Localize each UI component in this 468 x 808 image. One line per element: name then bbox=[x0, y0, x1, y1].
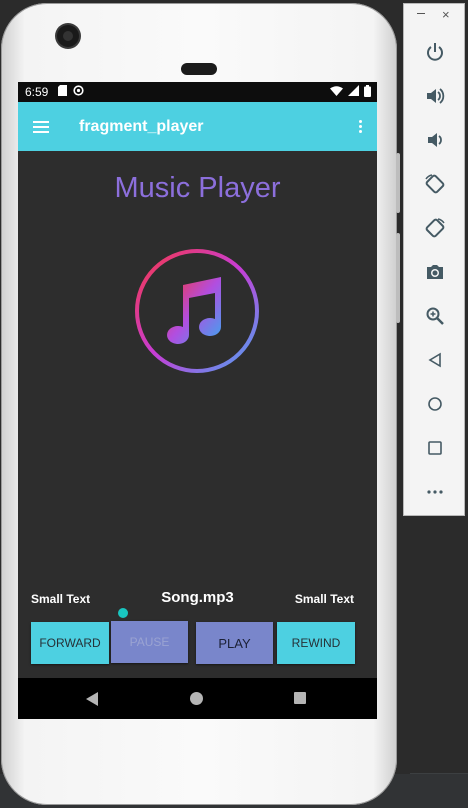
app-bar-title: fragment_player bbox=[79, 117, 204, 135]
back-icon[interactable] bbox=[419, 344, 451, 376]
emulator-toolbar: × bbox=[403, 3, 465, 516]
earpiece-speaker bbox=[181, 63, 217, 75]
status-right-icons bbox=[330, 84, 371, 100]
forward-button[interactable]: FORWARD bbox=[31, 622, 109, 664]
right-small-text: Small Text bbox=[294, 592, 354, 606]
zoom-icon[interactable] bbox=[419, 300, 451, 332]
device-screen: 6:59 fragment_player Music Player Small … bbox=[18, 82, 377, 719]
status-bar: 6:59 bbox=[18, 82, 377, 102]
music-note-icon bbox=[135, 249, 259, 373]
status-time: 6:59 bbox=[25, 85, 49, 99]
rotate-left-icon[interactable] bbox=[419, 168, 451, 200]
data-saver-icon bbox=[73, 85, 84, 99]
battery-icon bbox=[364, 84, 371, 100]
hamburger-menu-icon[interactable] bbox=[33, 120, 49, 133]
rotate-right-icon[interactable] bbox=[419, 212, 451, 244]
play-button[interactable]: PLAY bbox=[196, 622, 273, 664]
camera-icon[interactable] bbox=[419, 256, 451, 288]
volume-up-icon[interactable] bbox=[419, 80, 451, 112]
overview-icon[interactable] bbox=[419, 432, 451, 464]
pause-button[interactable]: PAUSE bbox=[111, 621, 188, 663]
signal-icon bbox=[348, 85, 359, 99]
system-nav-bar bbox=[18, 678, 377, 719]
toolbar-window-controls: × bbox=[404, 8, 466, 25]
nav-home-icon[interactable] bbox=[190, 692, 203, 705]
nav-recents-icon[interactable] bbox=[294, 692, 306, 704]
close-icon[interactable]: × bbox=[442, 8, 450, 22]
power-icon[interactable] bbox=[419, 36, 451, 68]
wifi-icon bbox=[330, 85, 343, 99]
device-power-key[interactable] bbox=[396, 153, 400, 213]
rewind-button[interactable]: REWIND bbox=[277, 622, 355, 664]
app-bar: fragment_player bbox=[18, 102, 377, 151]
device-volume-keys[interactable] bbox=[396, 233, 400, 323]
volume-down-icon[interactable] bbox=[419, 124, 451, 156]
page-heading: Music Player bbox=[114, 172, 281, 204]
sd-card-icon bbox=[58, 85, 68, 99]
minimize-icon[interactable] bbox=[417, 13, 425, 14]
more-icon[interactable] bbox=[419, 476, 451, 508]
front-camera bbox=[57, 25, 79, 47]
seekbar-thumb[interactable] bbox=[118, 608, 128, 618]
nav-back-icon[interactable] bbox=[86, 692, 98, 706]
home-icon[interactable] bbox=[419, 388, 451, 420]
more-vert-icon[interactable] bbox=[359, 119, 363, 134]
